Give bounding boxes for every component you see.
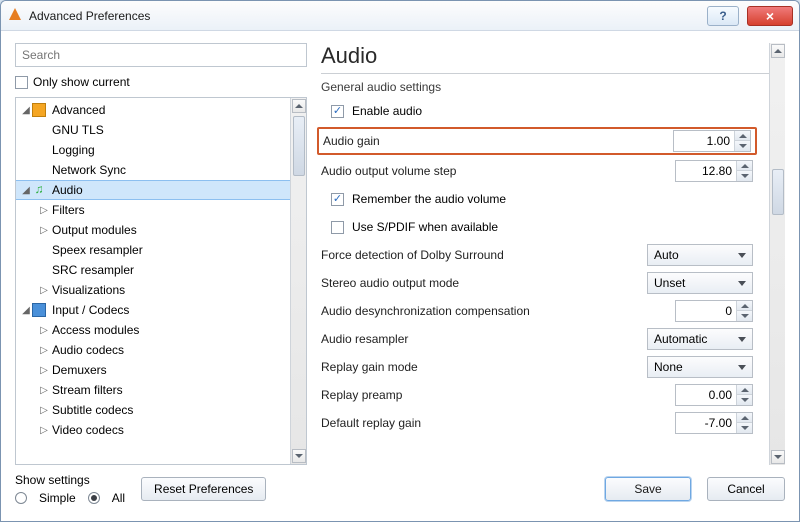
audio-gain-row: Audio gain — [317, 127, 757, 155]
tree-item-subtitle-codecs[interactable]: ▷Subtitle codecs — [16, 400, 290, 420]
settings-panel: Audio General audio settings Enable audi… — [321, 43, 785, 465]
rg-default-label: Default replay gain — [321, 416, 667, 430]
remember-volume-checkbox[interactable] — [331, 193, 344, 206]
desync-input[interactable] — [675, 300, 753, 322]
resampler-label: Audio resampler — [321, 332, 639, 346]
tree-item-gnutls[interactable]: GNU TLS — [16, 120, 290, 140]
audio-gain-input[interactable] — [673, 130, 751, 152]
simple-label: Simple — [39, 491, 76, 505]
tree-item-access-modules[interactable]: ▷Access modules — [16, 320, 290, 340]
search-input[interactable] — [15, 43, 307, 67]
window-title: Advanced Preferences — [29, 9, 150, 23]
tree-item-filters[interactable]: ▷Filters — [16, 200, 290, 220]
tree-item-visualizations[interactable]: ▷Visualizations — [16, 280, 290, 300]
tree-item-audio-codecs[interactable]: ▷Audio codecs — [16, 340, 290, 360]
cancel-button[interactable]: Cancel — [707, 477, 785, 501]
rg-mode-combo[interactable]: None — [647, 356, 753, 378]
tree-item-audio[interactable]: ◢♫Audio — [16, 180, 290, 200]
chevron-down-icon — [738, 281, 746, 286]
music-note-icon: ♫ — [32, 183, 46, 197]
show-settings-label: Show settings — [15, 473, 125, 487]
volume-step-label: Audio output volume step — [321, 164, 667, 178]
all-label: All — [112, 491, 125, 505]
chevron-down-icon — [738, 337, 746, 342]
tree-item-demuxers[interactable]: ▷Demuxers — [16, 360, 290, 380]
rg-default-input[interactable] — [675, 412, 753, 434]
resampler-combo[interactable]: Automatic — [647, 328, 753, 350]
only-show-current-label: Only show current — [33, 75, 130, 89]
footer: Show settings Simple All Reset Preferenc… — [1, 473, 799, 515]
vlc-icon — [7, 8, 23, 24]
spin-up-icon[interactable] — [735, 131, 750, 141]
preferences-window: Advanced Preferences ? × Only show curre… — [0, 0, 800, 522]
tree-item-advanced[interactable]: ◢Advanced — [16, 100, 290, 120]
settings-tree: ◢Advanced GNU TLS Logging Network Sync ◢… — [15, 97, 307, 465]
simple-radio[interactable] — [15, 492, 27, 504]
chevron-down-icon — [738, 253, 746, 258]
help-button[interactable]: ? — [707, 6, 739, 26]
help-icon: ? — [719, 9, 726, 23]
enable-audio-checkbox[interactable] — [331, 105, 344, 118]
tree-scrollbar[interactable] — [290, 98, 306, 464]
rg-mode-label: Replay gain mode — [321, 360, 639, 374]
tree-item-input-codecs[interactable]: ◢Input / Codecs — [16, 300, 290, 320]
tree-item-video-codecs[interactable]: ▷Video codecs — [16, 420, 290, 440]
tree-item-logging[interactable]: Logging — [16, 140, 290, 160]
scroll-up-icon[interactable] — [771, 44, 785, 58]
volume-step-input[interactable] — [675, 160, 753, 182]
only-show-current-checkbox[interactable] — [15, 76, 28, 89]
scroll-thumb[interactable] — [293, 116, 305, 176]
codec-icon — [32, 303, 46, 317]
enable-audio-label: Enable audio — [352, 104, 422, 118]
panel-heading: Audio — [321, 43, 771, 74]
stereo-label: Stereo audio output mode — [321, 276, 639, 290]
scroll-down-icon[interactable] — [771, 450, 785, 464]
wrench-icon — [32, 103, 46, 117]
panel-subheading: General audio settings — [321, 80, 785, 94]
close-icon: × — [766, 8, 774, 24]
spin-down-icon[interactable] — [735, 141, 750, 151]
chevron-down-icon — [738, 365, 746, 370]
reset-button[interactable]: Reset Preferences — [141, 477, 266, 501]
left-pane: Only show current ◢Advanced GNU TLS Logg… — [15, 43, 307, 465]
rg-preamp-label: Replay preamp — [321, 388, 667, 402]
spdif-label: Use S/PDIF when available — [352, 220, 498, 234]
audio-gain-label: Audio gain — [323, 134, 665, 148]
remember-volume-label: Remember the audio volume — [352, 192, 506, 206]
tree-item-speex[interactable]: Speex resampler — [16, 240, 290, 260]
all-radio[interactable] — [88, 492, 100, 504]
save-button[interactable]: Save — [605, 477, 691, 501]
titlebar: Advanced Preferences ? × — [1, 1, 799, 31]
close-button[interactable]: × — [747, 6, 793, 26]
scroll-up-icon[interactable] — [292, 99, 306, 113]
scroll-down-icon[interactable] — [292, 449, 306, 463]
desync-label: Audio desynchronization compensation — [321, 304, 667, 318]
dolby-label: Force detection of Dolby Surround — [321, 248, 639, 262]
panel-scrollbar[interactable] — [769, 43, 785, 465]
tree-item-output-modules[interactable]: ▷Output modules — [16, 220, 290, 240]
stereo-combo[interactable]: Unset — [647, 272, 753, 294]
spdif-checkbox[interactable] — [331, 221, 344, 234]
tree-item-network-sync[interactable]: Network Sync — [16, 160, 290, 180]
scroll-thumb[interactable] — [772, 169, 784, 215]
tree-item-stream-filters[interactable]: ▷Stream filters — [16, 380, 290, 400]
rg-preamp-input[interactable] — [675, 384, 753, 406]
tree-item-src[interactable]: SRC resampler — [16, 260, 290, 280]
dolby-combo[interactable]: Auto — [647, 244, 753, 266]
